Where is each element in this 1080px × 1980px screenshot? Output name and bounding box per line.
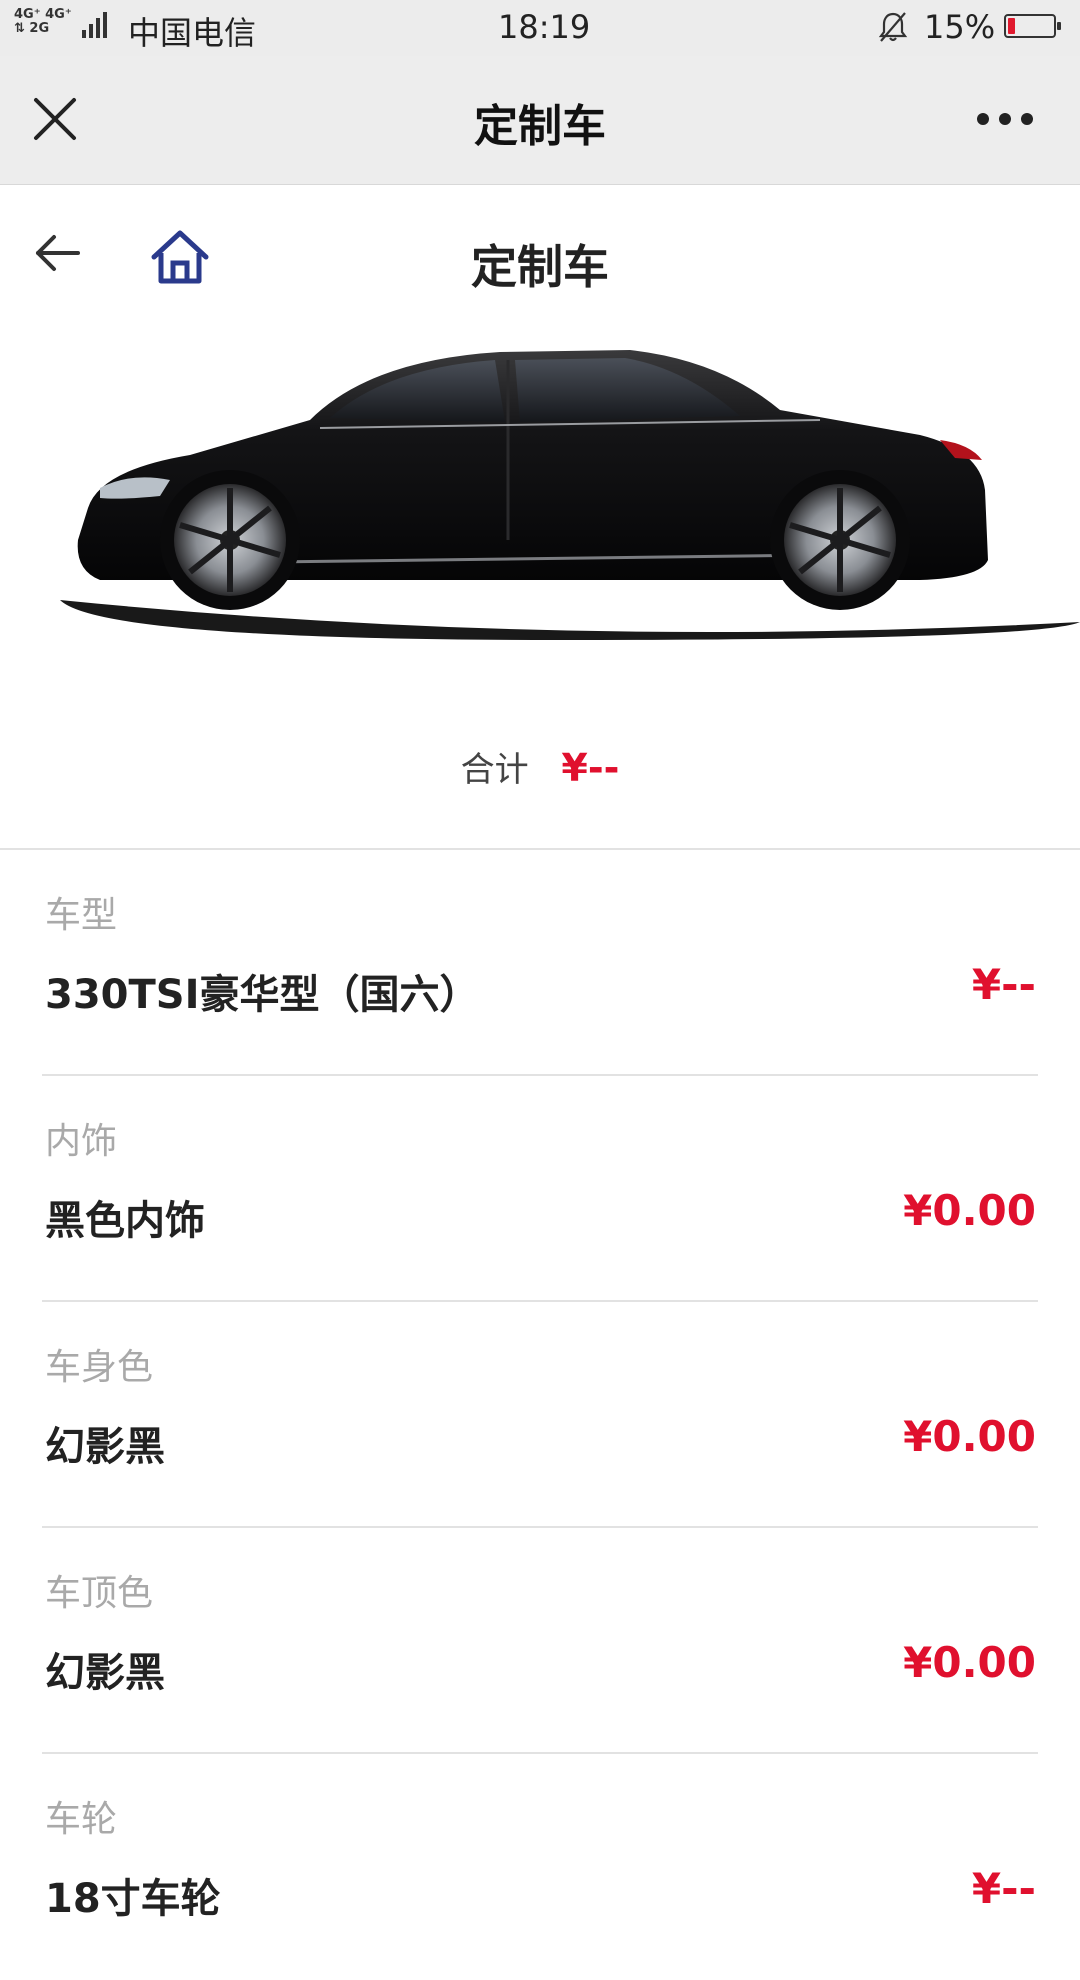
option-value: 18寸车轮 [45, 1876, 221, 1922]
option-price: ¥0.00 [903, 1186, 1036, 1235]
option-item-model[interactable]: 车型 330TSI豪华型（国六） ¥-- [0, 850, 1080, 1076]
option-price: ¥0.00 [903, 1638, 1036, 1687]
option-label: 内饰 [45, 1121, 118, 1162]
page-title: 定制车 [471, 240, 609, 294]
page-header: 定制车 [0, 185, 1080, 325]
bell-muted-icon [878, 12, 908, 42]
option-price: ¥-- [971, 1864, 1036, 1913]
option-item-body-color[interactable]: 车身色 幻影黑 ¥0.00 [0, 1302, 1080, 1528]
battery-icon [1004, 14, 1061, 38]
option-price: ¥-- [971, 960, 1036, 1009]
total-value: ¥-- [561, 746, 620, 790]
status-time: 18:19 [498, 8, 591, 46]
option-item-roof-color[interactable]: 车顶色 幻影黑 ¥0.00 [0, 1528, 1080, 1754]
option-value: 黑色内饰 [45, 1198, 205, 1244]
option-label: 车身色 [45, 1347, 154, 1388]
option-label: 车顶色 [45, 1573, 154, 1614]
car-image [60, 350, 1080, 640]
option-price: ¥0.00 [903, 1412, 1036, 1461]
signal-indicator: 4G⁺ 4G⁺ ⇅ 2G [14, 7, 72, 36]
wechat-title: 定制车 [474, 101, 606, 152]
battery-level-fill [1008, 18, 1015, 34]
option-item-interior[interactable]: 内饰 黑色内饰 ¥0.00 [0, 1076, 1080, 1302]
more-icon[interactable] [975, 111, 1035, 127]
option-value: 330TSI豪华型（国六） [45, 972, 480, 1018]
option-value: 幻影黑 [45, 1424, 165, 1470]
wechat-header: 定制车 [0, 56, 1080, 185]
total-label: 合计 [460, 750, 529, 790]
carrier-name: 中国电信 [128, 14, 257, 52]
option-item-wheels[interactable]: 车轮 18寸车轮 ¥-- [0, 1754, 1080, 1980]
option-value: 幻影黑 [45, 1650, 165, 1696]
total-row: 合计 ¥-- [0, 742, 1080, 791]
option-label: 车型 [45, 895, 118, 936]
signal-bars-icon [82, 12, 107, 38]
status-bar: 4G⁺ 4G⁺ ⇅ 2G 中国电信 18:19 15% [0, 0, 1080, 56]
option-label: 车轮 [45, 1799, 118, 1840]
option-list: 车型 330TSI豪华型（国六） ¥-- 内饰 黑色内饰 ¥0.00 车身色 幻… [0, 850, 1080, 1980]
battery-percent: 15% [924, 8, 996, 46]
